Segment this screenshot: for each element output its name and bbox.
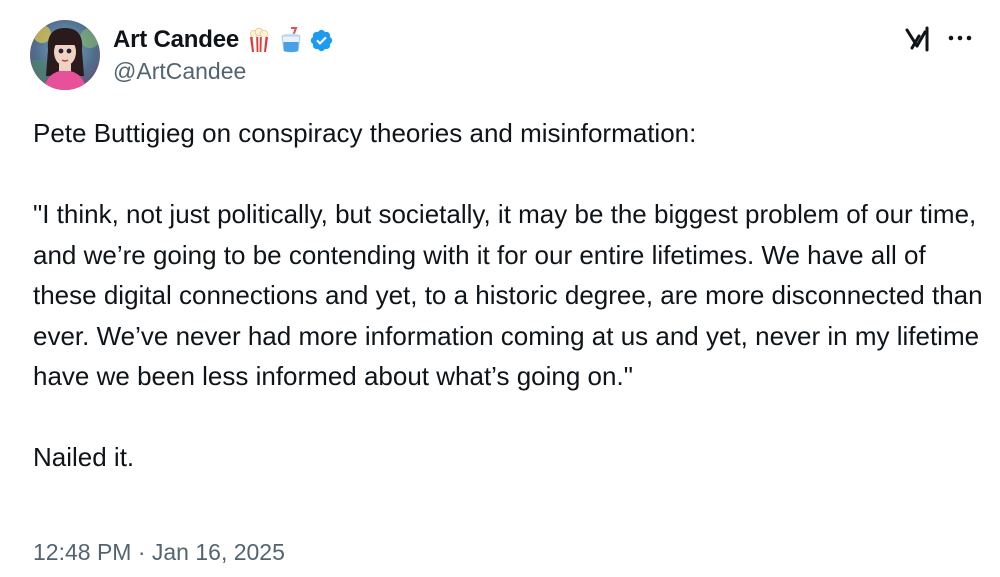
tweet-intro: Pete Buttigieg on conspiracy theories an… <box>33 118 697 148</box>
soda-cup-icon <box>279 27 303 53</box>
tweet-closing: Nailed it. <box>33 442 135 472</box>
tweet-text: Pete Buttigieg on conspiracy theories an… <box>33 113 983 478</box>
handle[interactable]: @ArtCandee <box>113 58 334 85</box>
tweet-card: Art Candee @ArtCandee Pete Buttigieg on … <box>0 0 1000 577</box>
timestamp[interactable]: 12:48 PM · Jan 16, 2025 <box>33 539 285 566</box>
avatar[interactable] <box>30 20 100 90</box>
verified-badge-icon[interactable] <box>309 28 334 53</box>
tweet-quote: "I think, not just politically, but soci… <box>33 199 990 391</box>
avatar-image <box>30 20 100 90</box>
author-block: Art Candee @ArtCandee <box>113 22 334 85</box>
display-name[interactable]: Art Candee <box>113 26 239 54</box>
more-options-icon[interactable] <box>945 26 975 50</box>
grok-icon[interactable] <box>903 24 933 54</box>
popcorn-icon <box>247 27 271 53</box>
name-row: Art Candee <box>113 22 334 58</box>
